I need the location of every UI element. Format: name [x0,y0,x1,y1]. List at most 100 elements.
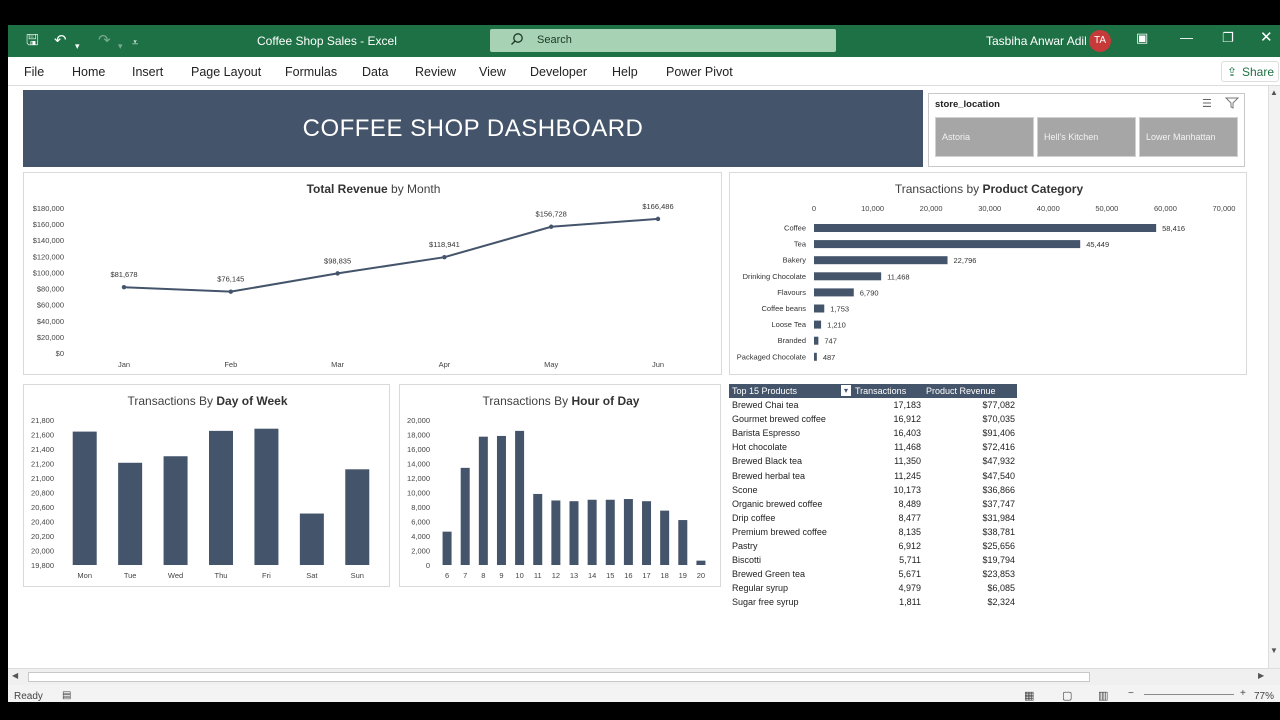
data-bar [163,456,188,565]
zoom-level[interactable]: 77% [1254,691,1274,702]
tab-developer[interactable]: Developer [530,65,587,79]
y-tick-label: 20,800 [31,489,54,498]
table-row[interactable]: Brewed herbal tea 11,245 $47,540 [729,469,1017,483]
y-tick-label: 10,000 [407,489,430,498]
cell-product: Sugar free syrup [732,597,799,608]
macro-record-icon[interactable]: ▤ [62,690,71,701]
y-tick-label: 0 [426,561,430,570]
hour-chart-panel[interactable]: Transactions By Hour of Day 0 2,000 4,000 6… [399,384,721,587]
undo-dropdown-icon[interactable]: ▾ [75,37,80,55]
filter-dropdown-icon[interactable]: ▾ [841,385,851,396]
share-button[interactable]: ⇪ Share [1221,61,1279,82]
zoom-in-icon[interactable]: + [1240,688,1246,699]
revenue-chart-panel[interactable]: Total Revenue by Month $0 $20,000 $40,000 $… [23,172,722,375]
revenue-line-chart: $0 $20,000 $40,000 $60,000 $80,000 $100,000 $1… [33,202,674,369]
page-break-view-icon[interactable]: ▥ [1098,689,1108,702]
search-box[interactable]: Search [490,29,836,52]
cell-revenue: $91,406 [982,428,1015,439]
horizontal-scrollbar[interactable]: ◀ ▶ [8,668,1280,685]
undo-icon[interactable]: ↶ [54,32,67,50]
col-header-product[interactable]: Top 15 Products [732,386,797,396]
scroll-up-icon[interactable]: ▲ [1270,88,1278,97]
data-point [335,271,340,276]
tab-insert[interactable]: Insert [132,65,163,79]
dow-chart-panel[interactable]: Transactions By Day of Week 19,800 20,000… [23,384,390,587]
cell-revenue: $6,085 [987,583,1015,594]
category-chart-panel[interactable]: Transactions by Product Category 0 10,000… [729,172,1247,375]
y-tick-label: $100,000 [33,268,64,277]
cell-transactions: 1,811 [899,597,921,608]
redo-dropdown-icon[interactable]: ▾ [118,37,123,55]
tab-review[interactable]: Review [415,65,456,79]
y-tick-label: 19,800 [31,561,54,570]
table-row[interactable]: Premium brewed coffee 8,135 $38,781 [729,525,1017,539]
cell-transactions: 8,135 [898,526,921,537]
scroll-down-icon[interactable]: ▼ [1270,646,1278,655]
slicer-item-hells-kitchen[interactable]: Hell's Kitchen [1037,117,1136,157]
close-icon[interactable]: ✕ [1260,28,1273,46]
cell-transactions: 10,173 [893,484,921,495]
data-label: $166,486 [642,202,673,211]
table-row[interactable]: Drip coffee 8,477 $31,984 [729,511,1017,525]
page-layout-view-icon[interactable]: ▢ [1062,689,1072,702]
data-bar [254,428,279,565]
scroll-thumb[interactable] [28,672,1090,682]
col-header-transactions[interactable]: Transactions [855,386,906,396]
x-tick-label: 8 [481,571,485,580]
redo-icon[interactable]: ↷ [98,32,111,50]
ribbon-display-icon[interactable]: ▣ [1136,30,1148,46]
y-tick-label: 21,800 [31,416,54,425]
category-bar [814,272,882,281]
cell-product: Drip coffee [732,512,776,523]
tab-view[interactable]: View [479,65,506,79]
col-header-revenue[interactable]: Product Revenue [926,386,996,396]
table-row[interactable]: Hot chocolate 11,468 $72,416 [729,440,1017,454]
x-tick-label: Wed [168,571,183,580]
table-row[interactable]: Biscotti 5,711 $19,794 [729,553,1017,567]
data-label: 11,468 [887,272,909,281]
save-icon[interactable]: 🖫 [26,32,39,50]
tab-formulas[interactable]: Formulas [285,65,337,79]
zoom-slider[interactable] [1144,694,1234,695]
slicer-item-lower-manhattan[interactable]: Lower Manhattan [1139,117,1238,157]
table-row[interactable]: Gourmet brewed coffee 16,912 $70,035 [729,412,1017,426]
user-name[interactable]: Tasbiha Anwar Adil [986,34,1087,48]
x-tick-label: Sun [351,571,364,580]
scroll-left-icon[interactable]: ◀ [12,671,18,680]
multi-select-icon[interactable]: ☰ [1202,97,1212,110]
table-row[interactable]: Scone 10,173 $36,866 [729,483,1017,497]
store-location-slicer[interactable]: store_location ☰ Astoria Hell's Kitchen … [928,93,1245,167]
tab-help[interactable]: Help [612,65,638,79]
vertical-scrollbar[interactable]: ▲ ▼ [1268,86,1280,668]
table-row[interactable]: Sugar free syrup 1,811 $2,324 [729,595,1017,609]
table-row[interactable]: Pastry 6,912 $25,656 [729,539,1017,553]
table-row[interactable]: Barista Espresso 16,403 $91,406 [729,426,1017,440]
restore-icon[interactable]: ❐ [1222,30,1234,46]
table-row[interactable]: Brewed Chai tea 17,183 $77,082 [729,398,1017,412]
tab-file[interactable]: File [24,65,44,79]
normal-view-icon[interactable]: ▦ [1024,689,1034,702]
tab-data[interactable]: Data [362,65,388,79]
y-tick-label: $40,000 [37,317,64,326]
tab-home[interactable]: Home [72,65,105,79]
data-bar [660,510,670,565]
y-tick-label: 12,000 [407,474,430,483]
avatar[interactable]: TA [1089,30,1111,52]
cell-revenue: $77,082 [982,400,1015,410]
cell-revenue: $2,324 [987,597,1015,608]
table-row[interactable]: Regular syrup 4,979 $6,085 [729,581,1017,595]
tab-power-pivot[interactable]: Power Pivot [666,65,733,79]
zoom-out-icon[interactable]: − [1128,688,1134,699]
table-row[interactable]: Organic brewed coffee 8,489 $37,747 [729,497,1017,511]
data-point [121,285,127,290]
cell-transactions: 8,477 [898,512,921,523]
tab-page-layout[interactable]: Page Layout [191,65,261,79]
minimize-icon[interactable]: — [1180,30,1193,45]
customize-toolbar-icon[interactable]: ⩡ [132,34,138,52]
revenue-line [123,217,659,293]
scroll-right-icon[interactable]: ▶ [1258,671,1264,680]
table-row[interactable]: Brewed Green tea 5,671 $23,853 [729,567,1017,581]
slicer-item-astoria[interactable]: Astoria [935,117,1034,157]
table-row[interactable]: Brewed Black tea 11,350 $47,932 [729,454,1017,468]
y-tick-label: 18,000 [407,431,430,440]
